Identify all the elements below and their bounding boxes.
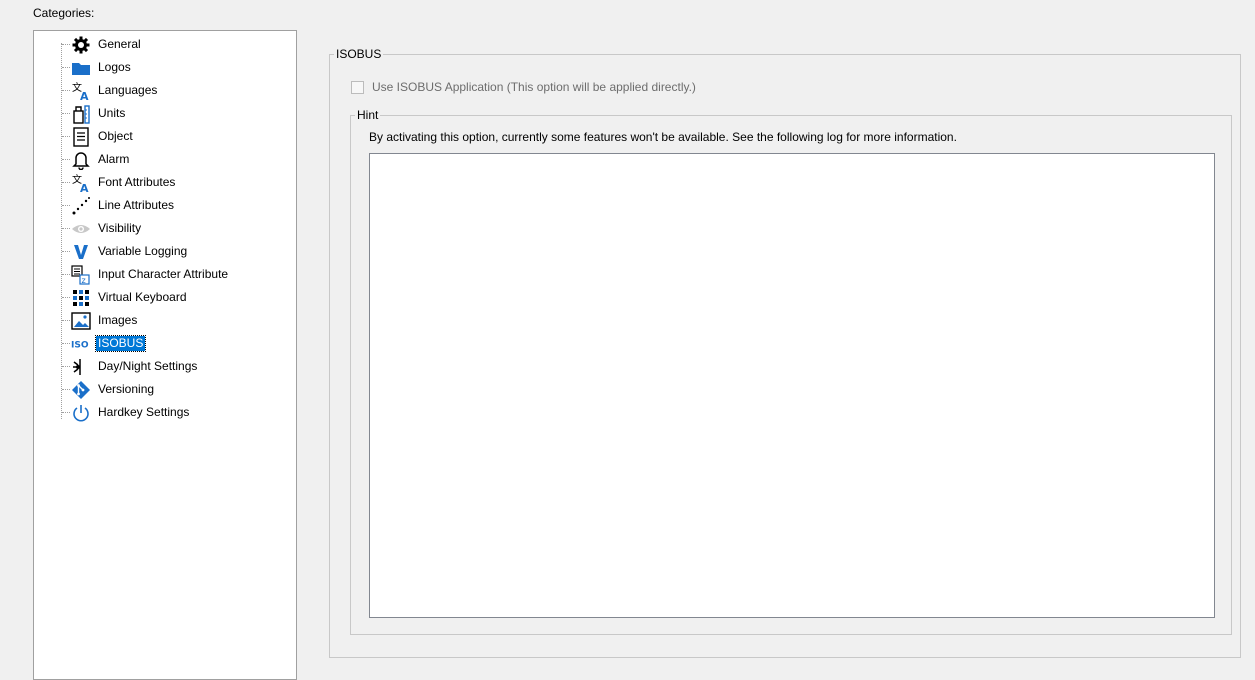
- tree-item-font-attributes[interactable]: 文A Font Attributes: [34, 171, 296, 194]
- use-isobus-option[interactable]: Use ISOBUS Application (This option will…: [351, 80, 696, 94]
- tree-branch: [62, 67, 70, 68]
- tree-branch: [62, 274, 70, 275]
- tree-item-label: ISOBUS: [94, 335, 147, 352]
- tree-branch: [62, 44, 70, 45]
- tree-item-logos[interactable]: Logos: [34, 56, 296, 79]
- tree-branch: [62, 366, 70, 367]
- iso-icon: ISO: [71, 334, 91, 354]
- tree-branch: [62, 159, 70, 160]
- tree-item-label: Visibility: [98, 221, 142, 235]
- translate-icon: 文A: [71, 173, 91, 193]
- folder-icon: [71, 58, 91, 78]
- tree-branch: [62, 182, 70, 183]
- categories-tree[interactable]: General Logos 文A Languages Units Object: [33, 30, 297, 680]
- tree-item-label: Object: [98, 129, 133, 143]
- tree-item-label: Languages: [98, 83, 158, 97]
- git-icon: [71, 380, 91, 400]
- tree-branch: [62, 136, 70, 137]
- svg-text:A: A: [80, 182, 89, 193]
- tree-item-day-night-settings[interactable]: Day/Night Settings: [34, 355, 296, 378]
- tree-item-label: Line Attributes: [98, 198, 175, 212]
- tree-branch: [62, 343, 70, 344]
- units-icon: [71, 104, 91, 124]
- day-night-icon: [71, 357, 91, 377]
- document-icon: [71, 127, 91, 147]
- gear-icon: [71, 35, 91, 55]
- tree-item-units[interactable]: Units: [34, 102, 296, 125]
- tree-item-line-attributes[interactable]: Line Attributes: [34, 194, 296, 217]
- use-isobus-checkbox[interactable]: [351, 80, 364, 94]
- tree-branch: [62, 251, 70, 252]
- use-isobus-label: Use ISOBUS Application (This option will…: [372, 80, 696, 94]
- tree-item-variable-logging[interactable]: Variable Logging: [34, 240, 296, 263]
- image-icon: [71, 311, 91, 331]
- tree-branch: [62, 297, 70, 298]
- svg-text:z: z: [82, 276, 86, 285]
- tree-item-label: Versioning: [98, 382, 155, 396]
- tree-item-label: Virtual Keyboard: [98, 290, 187, 304]
- svg-text:A: A: [80, 90, 89, 101]
- tree-branch: [62, 90, 70, 91]
- svg-text:ISO: ISO: [71, 341, 89, 350]
- tree-branch: [62, 228, 70, 229]
- translate-icon: 文A: [71, 81, 91, 101]
- v-icon: [71, 242, 91, 262]
- tree-branch: [62, 389, 70, 390]
- tree-item-visibility[interactable]: Visibility: [34, 217, 296, 240]
- tree-item-versioning[interactable]: Versioning: [34, 378, 296, 401]
- input-char-icon: z: [71, 265, 91, 285]
- tree-branch: [62, 113, 70, 114]
- tree-item-input-character-attribute[interactable]: z Input Character Attribute: [34, 263, 296, 286]
- tree-item-label: Day/Night Settings: [98, 359, 198, 373]
- tree-item-virtual-keyboard[interactable]: Virtual Keyboard: [34, 286, 296, 309]
- tree-item-label: Logos: [98, 60, 131, 74]
- hint-group-title: Hint: [355, 108, 381, 122]
- tree-item-label: Variable Logging: [98, 244, 188, 258]
- tree-item-label: Font Attributes: [98, 175, 176, 189]
- tree-branch: [62, 320, 70, 321]
- tree-item-label: General: [98, 37, 141, 51]
- tree-item-label: Images: [98, 313, 138, 327]
- isobus-group-title: ISOBUS: [334, 47, 384, 61]
- eye-icon: [71, 219, 91, 239]
- tree-item-alarm[interactable]: Alarm: [34, 148, 296, 171]
- tree-item-object[interactable]: Object: [34, 125, 296, 148]
- keyboard-grid-icon: [71, 288, 91, 308]
- tree-item-label: Units: [98, 106, 126, 120]
- bell-icon: [71, 150, 91, 170]
- tree-item-label: Hardkey Settings: [98, 405, 190, 419]
- tree-branch: [62, 205, 70, 206]
- dotted-line-icon: [71, 196, 91, 216]
- tree-item-hardkey-settings[interactable]: Hardkey Settings: [34, 401, 296, 424]
- log-textarea[interactable]: [369, 153, 1215, 618]
- tree-item-isobus[interactable]: ISO ISOBUS: [34, 332, 296, 355]
- tree-item-images[interactable]: Images: [34, 309, 296, 332]
- tree-item-label: Alarm: [98, 152, 130, 166]
- tree-item-general[interactable]: General: [34, 33, 296, 56]
- hint-text: By activating this option, currently som…: [369, 130, 957, 144]
- power-icon: [71, 403, 91, 423]
- tree-item-languages[interactable]: 文A Languages: [34, 79, 296, 102]
- categories-label: Categories:: [33, 6, 95, 20]
- tree-branch: [62, 412, 70, 413]
- tree-item-label: Input Character Attribute: [98, 267, 229, 281]
